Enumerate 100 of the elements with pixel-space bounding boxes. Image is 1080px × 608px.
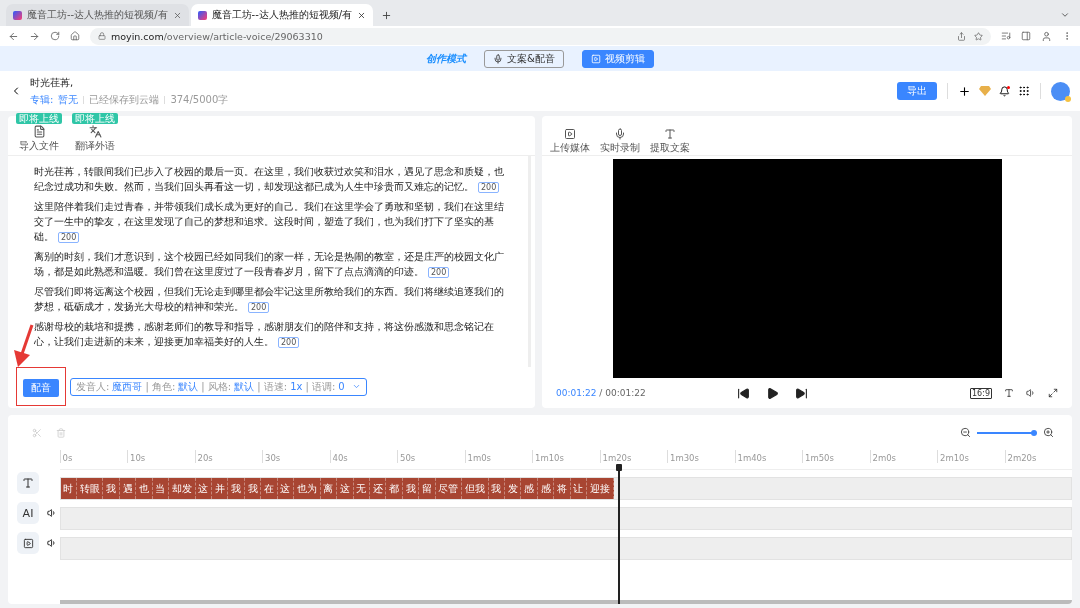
text-clip[interactable]: 我 (103, 478, 120, 499)
text-clip[interactable]: 在 (261, 478, 278, 499)
text-clip[interactable]: 转眼 (76, 478, 104, 499)
text-clip[interactable]: 还 (369, 478, 387, 499)
script-paragraph: 这里陪伴着我们走过青春，并带领我们成长成为更好的自己。我们在这里学会了勇敢和坚韧，我们在这里结交了一生中的挚友，在这里发现了自己的梦想和追求。这段时间，塑造了我们，也为我们打下了坚实的基础。 200 (34, 200, 505, 244)
text-clip[interactable]: 留 (419, 478, 436, 499)
playhead-handle[interactable] (616, 464, 623, 471)
toolbar-button[interactable]: 翻译外语 (75, 125, 115, 153)
close-icon[interactable] (357, 10, 367, 20)
ai-track-label[interactable]: AI (17, 502, 39, 524)
time-tick: 30s (262, 450, 330, 463)
text-clip[interactable]: 我 (228, 478, 245, 499)
album-value[interactable]: 暂无 (58, 92, 79, 107)
save-status: 已经保存到云端 (89, 92, 160, 107)
user-avatar[interactable] (1051, 81, 1070, 101)
play-icon[interactable] (766, 386, 780, 400)
text-clip[interactable]: 也为 (294, 478, 321, 499)
previous-icon[interactable] (737, 386, 751, 400)
pause-count-tag[interactable]: 200 (478, 182, 500, 193)
text-clip[interactable]: 并 (212, 478, 229, 499)
browser-tab[interactable]: 魔音工坊--达人热推的短视频/有 (6, 4, 189, 26)
home-icon[interactable] (70, 31, 80, 41)
mode-button[interactable]: 文案&配音 (484, 49, 564, 68)
text-clip[interactable]: 将 (554, 478, 571, 499)
text-clip[interactable]: 让 (570, 478, 588, 499)
time-tick: 1m20s (599, 450, 667, 463)
toolbar-button[interactable]: 导入文件 (19, 125, 59, 153)
text-clip[interactable]: 感 (521, 478, 538, 499)
address-bar[interactable]: moyin.com/overview/article-voice/29063310 (90, 27, 991, 45)
text-clip[interactable]: 时 (60, 478, 77, 499)
text-clip[interactable]: 这 (277, 478, 295, 499)
video-track-icon[interactable] (17, 532, 39, 554)
text-icon (664, 128, 676, 140)
export-button[interactable]: 导出 (897, 82, 937, 100)
next-icon[interactable] (795, 386, 809, 400)
volume-icon[interactable] (47, 508, 57, 518)
coming-soon-badge: 即将上线 (16, 113, 62, 124)
text-clip[interactable]: 都 (386, 478, 403, 499)
zoom-in-icon[interactable] (1043, 427, 1054, 438)
chevron-down-icon[interactable] (1060, 10, 1070, 20)
document-title: 时光荏苒, (30, 75, 75, 90)
reading-list-icon[interactable] (1001, 31, 1011, 41)
text-clip[interactable]: 我 (488, 478, 505, 499)
zoom-out-icon[interactable] (960, 427, 971, 438)
volume-icon[interactable] (47, 538, 57, 548)
back-icon[interactable] (8, 30, 19, 42)
setting-label: | 风格: (201, 379, 232, 394)
text-clip[interactable]: 却发 (169, 478, 196, 499)
album-label: 专辑: (30, 92, 54, 107)
aspect-ratio-button[interactable]: 16:9 (970, 387, 992, 399)
new-tab-icon[interactable] (381, 10, 393, 21)
text-clip[interactable]: 也 (136, 478, 153, 499)
text-clip[interactable]: 我 (402, 478, 420, 499)
profile-icon[interactable] (1041, 30, 1052, 42)
pause-count-tag[interactable]: 200 (248, 302, 270, 313)
pause-count-tag[interactable]: 200 (428, 267, 450, 278)
pause-count-tag[interactable]: 200 (58, 232, 80, 243)
text-clip[interactable]: 尽管 (435, 478, 463, 499)
text-clip[interactable]: 无 (353, 478, 370, 499)
forward-icon[interactable] (29, 30, 40, 42)
toolbar-button[interactable]: 提取文案 (650, 128, 690, 155)
reload-icon[interactable] (50, 31, 60, 41)
lock-icon (98, 32, 106, 40)
text-clip[interactable]: 这 (195, 478, 212, 499)
text-clip[interactable]: 发 (505, 478, 522, 499)
toolbar-button[interactable]: 上传媒体 (550, 128, 590, 155)
text-clip[interactable]: 遇 (119, 478, 137, 499)
side-panel-icon[interactable] (1021, 31, 1031, 41)
text-clip[interactable]: 感 (537, 478, 555, 499)
current-time: 00:01:22 (556, 388, 597, 398)
text-track-icon[interactable] (17, 472, 39, 494)
text-clip[interactable]: 但我 (462, 478, 489, 499)
add-icon[interactable] (958, 84, 971, 98)
crown-icon (1065, 95, 1071, 102)
mode-button[interactable]: 视频剪辑 (581, 49, 654, 68)
text-clip[interactable]: 离 (320, 478, 338, 499)
fullscreen-icon[interactable] (1048, 388, 1058, 398)
favicon-icon (197, 10, 207, 20)
browser-tab[interactable]: 魔音工坊--达人热推的短视频/有 (190, 4, 374, 26)
text-clip[interactable]: 迎接 (587, 478, 614, 499)
translate-icon (88, 125, 102, 138)
pause-count-tag[interactable]: 200 (278, 337, 300, 348)
voice-settings-dropdown[interactable]: 发音人: 魔西哥 | 角色: 默认 | 风格: 默认 | 语速: 1x | 语调: 0 (70, 377, 367, 396)
text-clip[interactable]: 这 (337, 478, 354, 499)
document-icon (32, 125, 46, 138)
close-icon[interactable] (172, 10, 182, 20)
text-clip[interactable]: 当 (152, 478, 170, 499)
star-icon[interactable] (974, 31, 983, 41)
time-tick: 1m50s (802, 450, 870, 463)
volume-icon[interactable] (1026, 388, 1036, 398)
subtitle-icon[interactable] (1004, 388, 1014, 398)
bell-icon[interactable] (999, 85, 1010, 97)
share-icon[interactable] (957, 31, 966, 41)
apps-grid-icon[interactable] (1018, 85, 1030, 97)
dub-button[interactable]: 配音 (23, 379, 59, 397)
text-clip[interactable]: 我 (244, 478, 262, 499)
setting-label: | 角色: (145, 379, 176, 394)
video-icon (590, 53, 601, 64)
toolbar-button[interactable]: 实时录制 (600, 128, 640, 155)
microphone-icon (493, 53, 504, 64)
